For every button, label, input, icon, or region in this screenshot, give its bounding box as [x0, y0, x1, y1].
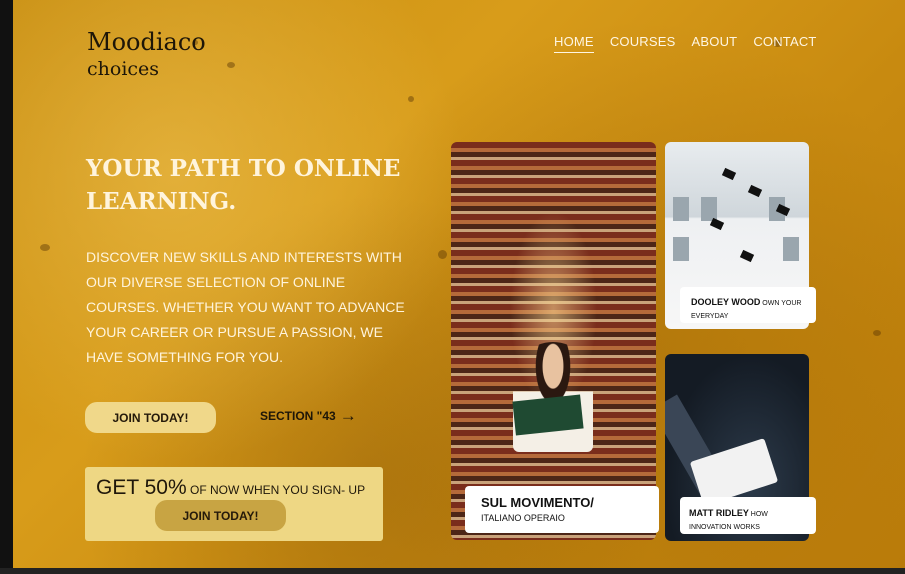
nav-item-contact[interactable]: CONTACT: [753, 34, 816, 53]
texture-speck: [438, 250, 447, 259]
arrow-right-icon: →: [339, 406, 357, 425]
nav-item-home[interactable]: HOME: [554, 34, 594, 53]
brand-tagline: choices: [87, 58, 160, 80]
nav-item-about[interactable]: ABOUT: [692, 34, 738, 53]
texture-speck: [408, 96, 414, 102]
building-window: [673, 237, 689, 261]
promo-join-button[interactable]: JOIN TODAY!: [155, 500, 286, 531]
graduation-card-subtitle: OWN YOUR: [760, 300, 802, 307]
library-card-title: SUL MOVIMENTO/: [481, 495, 594, 510]
promo-text: GET 50% OF NOW WHEN YOU SIGN- UP: [96, 476, 365, 500]
texture-speck: [40, 244, 50, 251]
window-edge-bottom: [0, 568, 905, 574]
texture-speck: [873, 330, 881, 336]
graduation-cap-icon: [721, 167, 737, 181]
window-edge-left: [0, 0, 13, 574]
join-today-button[interactable]: JOIN TODAY!: [85, 402, 216, 433]
building-window: [673, 197, 689, 221]
lecture-card-title: MATT RIDLEY: [689, 508, 749, 518]
library-card-caption: SUL MOVIMENTO/ ITALIANO OPERAIO: [465, 486, 659, 533]
hero-headline: YOUR PATH TO ONLINE LEARNING.: [86, 155, 401, 215]
section-link[interactable]: SECTION "43 →: [260, 406, 357, 425]
library-card-subtitle: ITALIANO OPERAIO: [481, 513, 565, 523]
lecture-card-caption: MATT RIDLEY HOW INNOVATION WORKS: [680, 497, 816, 534]
graduation-cap-icon: [747, 184, 763, 198]
hero-description: DISCOVER NEW SKILLS AND INTERESTS WITH O…: [86, 249, 405, 365]
lecture-card-subtitle-line2: INNOVATION WORKS: [689, 524, 760, 531]
promo-detail: OF NOW WHEN YOU SIGN- UP: [186, 483, 366, 497]
graduation-card-title: DOOLEY WOOD: [691, 297, 761, 307]
open-book: [512, 394, 584, 436]
texture-speck: [227, 62, 235, 68]
building-window: [701, 197, 717, 221]
promo-discount: GET 50%: [96, 476, 187, 499]
nav-item-courses[interactable]: COURSES: [610, 34, 676, 53]
graduation-cap-icon: [739, 249, 755, 263]
graduation-card-subtitle-line2: EVERYDAY: [691, 313, 729, 320]
promo-banner: GET 50% OF NOW WHEN YOU SIGN- UP JOIN TO…: [85, 467, 383, 541]
building-window: [783, 237, 799, 261]
section-link-label: SECTION "43: [260, 409, 336, 423]
brand-name: Moodiaco: [87, 28, 206, 56]
lecture-card-subtitle: HOW: [748, 511, 768, 518]
library-card[interactable]: [451, 142, 656, 540]
graduation-cap-icon: [709, 217, 725, 231]
main-nav: HOME COURSES ABOUT CONTACT: [554, 34, 817, 53]
brand-logo[interactable]: Moodiaco choices: [87, 28, 206, 82]
graduation-card-caption: DOOLEY WOOD OWN YOUR EVERYDAY: [680, 287, 816, 323]
